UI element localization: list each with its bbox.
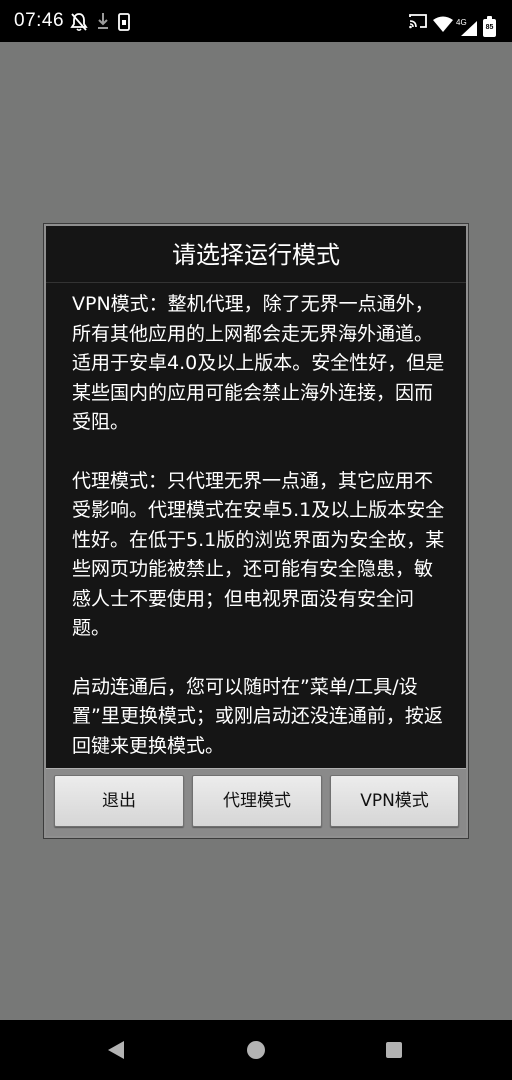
title-divider (46, 282, 466, 283)
download-icon (97, 12, 109, 32)
signal-icon (460, 20, 478, 37)
back-icon[interactable] (106, 1040, 126, 1064)
wifi-icon (433, 16, 453, 32)
battery-icon: 85 (483, 16, 496, 37)
status-bar: 07:46 4G 85 (0, 0, 512, 42)
cast-icon (408, 12, 428, 30)
sim-card-icon (118, 12, 130, 32)
exit-button[interactable]: 退出 (54, 775, 184, 827)
notifications-off-icon (70, 12, 88, 32)
home-icon[interactable] (247, 1041, 265, 1059)
vpn-mode-button[interactable]: VPN模式 (330, 775, 459, 827)
status-time: 07:46 (14, 10, 65, 31)
dialog-message: VPN模式：整机代理，除了无界一点通外，所有其他应用的上网都会走无界海外通道。适… (72, 290, 446, 761)
proxy-mode-button[interactable]: 代理模式 (192, 775, 322, 827)
vpn-mode-description: VPN模式：整机代理，除了无界一点通外，所有其他应用的上网都会走无界海外通道。适… (72, 293, 445, 433)
recents-icon[interactable] (386, 1042, 402, 1058)
dialog-title: 请选择运行模式 (172, 241, 340, 269)
navigation-bar (0, 1020, 512, 1080)
proxy-mode-description: 代理模式：只代理无界一点通，其它应用不受影响。代理模式在安卓5.1及以上版本安全… (72, 469, 445, 640)
mode-select-dialog: 请选择运行模式 VPN模式：整机代理，除了无界一点通外，所有其他应用的上网都会走… (44, 224, 468, 838)
switch-mode-hint: 启动连通后，您可以随时在”菜单/工具/设置”里更换模式；或刚启动还没连通前，按返… (72, 675, 443, 757)
dialog-button-bar: 退出 代理模式 VPN模式 (46, 768, 466, 836)
